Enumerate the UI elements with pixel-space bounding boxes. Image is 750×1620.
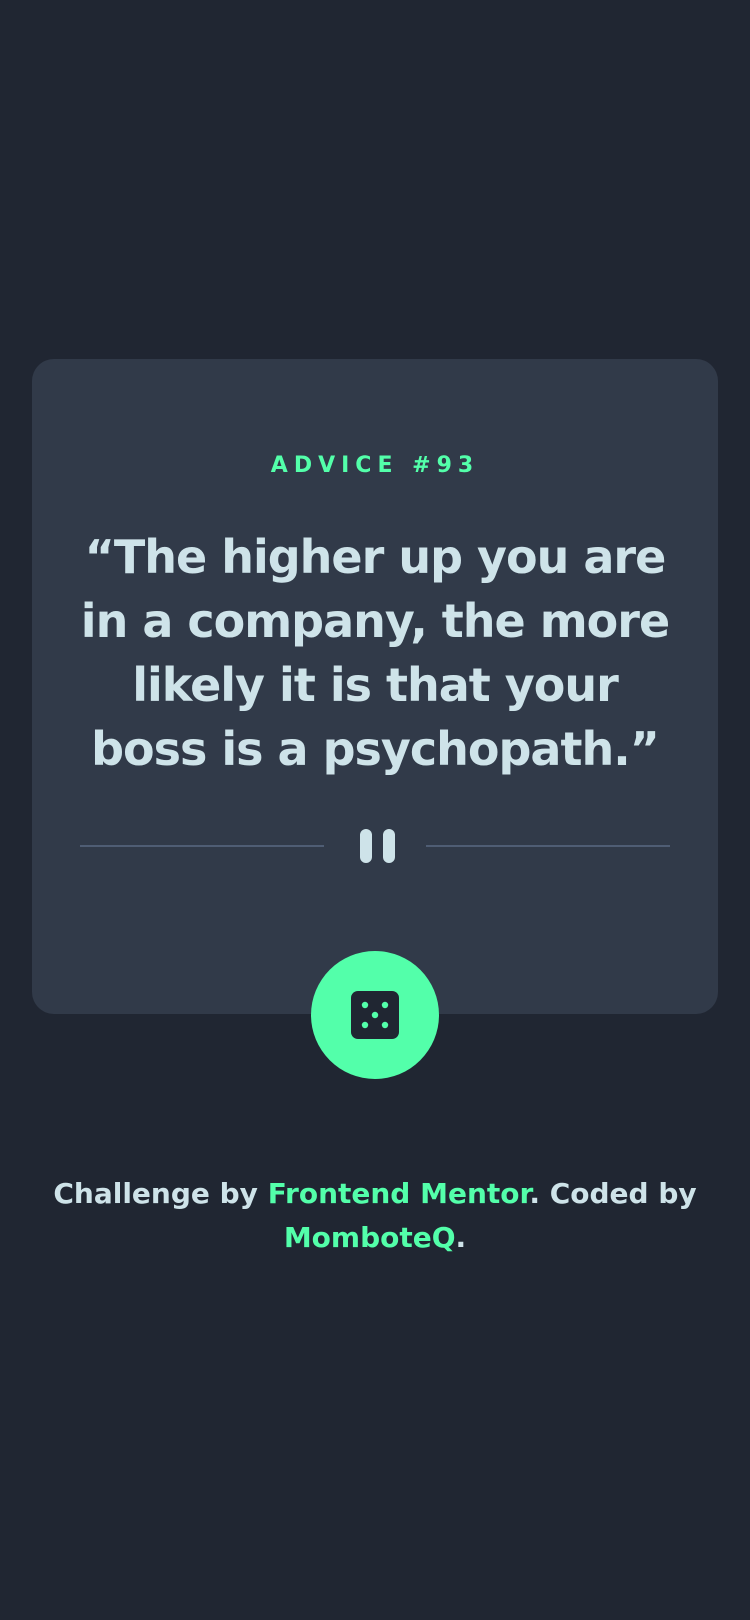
dice-icon	[351, 991, 399, 1039]
footer-challenge-text: Challenge by	[53, 1177, 268, 1210]
divider-line-left	[80, 845, 324, 847]
advice-card: ADVICE #93 “The higher up you are in a c…	[32, 359, 718, 1014]
pattern-divider	[80, 829, 670, 863]
divider-line-right	[426, 845, 670, 847]
footer-end-text: .	[455, 1221, 467, 1254]
advice-number: 93	[436, 453, 480, 478]
advice-quote: “The higher up you are in a company, the…	[80, 530, 670, 776]
page: ADVICE #93 “The higher up you are in a c…	[0, 0, 750, 1620]
footer-coded-by-text: . Coded by	[529, 1177, 697, 1210]
author-link[interactable]: MomboteQ	[284, 1221, 456, 1254]
advice-prefix: ADVICE #	[270, 453, 437, 478]
frontend-mentor-link[interactable]: Frontend Mentor	[268, 1177, 530, 1210]
pause-icon	[356, 829, 396, 863]
attribution-footer: Challenge by Frontend Mentor. Coded by M…	[40, 1172, 710, 1260]
advice-id-label: ADVICE #93	[32, 453, 718, 478]
generate-advice-button[interactable]	[311, 951, 439, 1079]
